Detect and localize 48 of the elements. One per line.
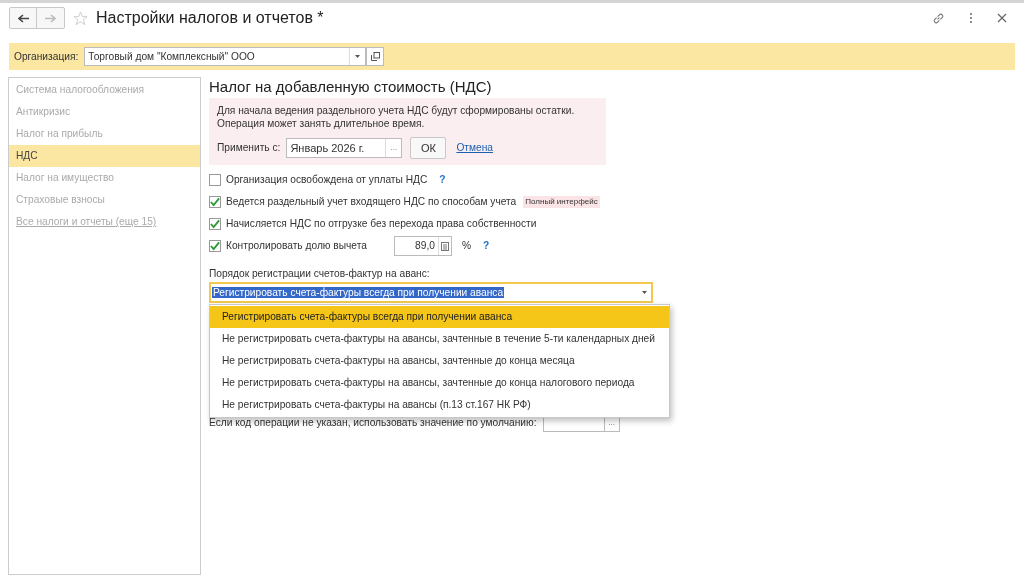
close-icon[interactable] (997, 13, 1007, 23)
organization-label: Организация: (14, 49, 79, 64)
section-title: Налог на добавленную стоимость (НДС) (209, 77, 493, 96)
cancel-link[interactable]: Отмена (456, 140, 493, 156)
ok-button[interactable]: ОК (410, 137, 447, 159)
number-value: 89,0 (414, 239, 436, 254)
open-button[interactable] (366, 47, 385, 66)
date-value: Январь 2026 г. (289, 140, 366, 156)
help-icon[interactable]: ? (482, 238, 490, 254)
invoice-order-label: Порядок регистрации счетов-фактур на аванс: (209, 267, 431, 280)
organization-value: Торговый дом "Комплексный" ООО (87, 49, 256, 64)
number-field[interactable]: 89,0 (393, 236, 452, 256)
interface-badge: Полный интерфейс (523, 196, 600, 208)
more-icon[interactable] (969, 12, 973, 24)
sidebar-item[interactable]: НДС (9, 145, 200, 167)
dropdown-option[interactable]: Регистрировать счета-фактуры всегда при получении аванса (210, 306, 669, 328)
default-code-label: Если код операции не указан, использовать значение по умолчанию: (209, 416, 537, 431)
help-icon[interactable]: ? (439, 172, 446, 188)
notice-text: Операция может занять длительное время. (217, 117, 426, 130)
notice-text: Для начала ведения раздельного учета НДС будут сформированы остатки. (217, 104, 576, 117)
option-label: Контролировать долю вычета (226, 239, 367, 254)
dropdown-option[interactable]: Не регистрировать счета-фактуры на авансы (п.13 ст.167 НК РФ) (210, 394, 669, 416)
checkbox[interactable] (209, 218, 221, 230)
dropdown-option[interactable]: Не регистрировать счета-фактуры на авансы, зачтенные до конца налогового периода (210, 372, 669, 394)
forward-arrow-icon (45, 13, 56, 23)
option-label: Организация освобождена от уплаты НДС (226, 173, 428, 188)
back-arrow-icon (17, 13, 29, 23)
invoice-order-combobox[interactable]: Регистрировать счета-фактуры всегда при получении аванса (209, 282, 653, 303)
open-window-icon (370, 52, 380, 61)
window-title: Настройки налогов и отчетов * (96, 8, 324, 28)
date-field[interactable]: Январь 2026 г. ... (286, 138, 403, 158)
choose-button[interactable]: ... (385, 139, 402, 157)
caret-icon (355, 55, 361, 58)
checkbox[interactable] (209, 196, 221, 208)
selected-text: Регистрировать счета-фактуры всегда при получении аванса (212, 286, 505, 298)
apply-label: Применить с: (217, 141, 281, 156)
calculator-icon[interactable] (437, 237, 451, 255)
dropdown-option[interactable]: Не регистрировать счета-фактуры на авансы, зачтенные до конца месяца (210, 350, 669, 372)
link-icon[interactable] (932, 11, 945, 25)
star-icon[interactable] (73, 10, 88, 26)
checkbox[interactable] (209, 240, 221, 252)
caret-icon (642, 291, 647, 294)
option-label: Ведется раздельный учет входящего НДС по способам учета (226, 195, 517, 210)
option-label: Начисляется НДС по отгрузке без перехода права собственности (226, 217, 537, 232)
checkbox[interactable] (209, 174, 221, 186)
dropdown-option[interactable]: Не регистрировать счета-фактуры на авансы, зачтенные в течение 5-ти календарных дней (210, 328, 669, 350)
unit-label: % (461, 239, 471, 254)
organization-field[interactable]: Торговый дом "Комплексный" ООО (84, 47, 367, 66)
